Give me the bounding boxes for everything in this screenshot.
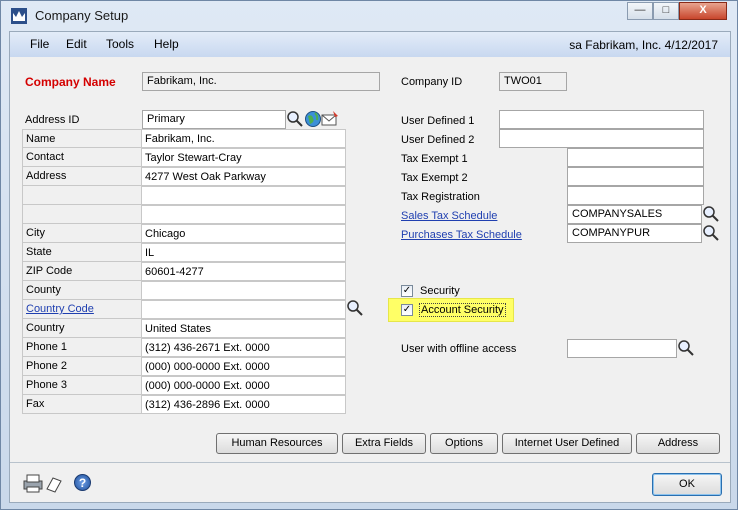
address-row-label[interactable]: Country Code	[22, 300, 142, 319]
close-button[interactable]: X	[679, 2, 727, 20]
purchases-tax-schedule-link[interactable]: Purchases Tax Schedule	[401, 229, 522, 241]
company-setup-window: Company Setup — □ X File Edit Tools Help…	[0, 0, 738, 510]
address-row-label: ZIP Code	[22, 262, 142, 281]
security-label: Security	[420, 285, 460, 297]
title-bar[interactable]: Company Setup — □ X	[1, 1, 737, 31]
address-row-label	[22, 186, 142, 205]
tax-registration-label: Tax Registration	[401, 191, 480, 203]
address-row-label: Name	[22, 129, 142, 148]
menu-bar: File Edit Tools Help sa Fabrikam, Inc. 4…	[10, 32, 730, 57]
account-security-checkbox[interactable]: ✓	[401, 304, 413, 316]
sales-tax-schedule-link[interactable]: Sales Tax Schedule	[401, 210, 497, 222]
offline-access-field[interactable]	[567, 339, 677, 358]
menu-help[interactable]: Help	[154, 37, 179, 51]
address-row-value[interactable]: Chicago	[142, 224, 346, 243]
menu-tools[interactable]: Tools	[106, 37, 134, 51]
ok-button[interactable]: OK	[652, 473, 722, 496]
user-defined-2-label: User Defined 2	[401, 134, 475, 146]
address-row-label: Phone 1	[22, 338, 142, 357]
address-row-label: County	[22, 281, 142, 300]
address-row-label: Phone 2	[22, 357, 142, 376]
menu-file[interactable]: File	[30, 37, 49, 51]
address-id-label: Address ID	[25, 114, 80, 126]
extra-fields-button[interactable]: Extra Fields	[342, 433, 426, 454]
tax-exempt-2-field[interactable]	[567, 167, 704, 186]
address-row-value[interactable]: (312) 436-2896 Ext. 0000	[142, 395, 346, 414]
address-row-label: Phone 3	[22, 376, 142, 395]
company-name-label: Company Name	[25, 75, 116, 89]
tax-exempt-1-label: Tax Exempt 1	[401, 153, 468, 165]
address-row-label: Country	[22, 319, 142, 338]
sales-tax-lookup-icon[interactable]	[702, 205, 720, 223]
purchases-tax-lookup-icon[interactable]	[702, 224, 720, 242]
sales-tax-schedule-field[interactable]: COMPANYSALES	[567, 205, 702, 224]
window-title: Company Setup	[35, 8, 129, 23]
address-button[interactable]: Address	[636, 433, 720, 454]
account-security-label: Account Security	[419, 303, 506, 317]
tax-registration-field[interactable]	[567, 186, 704, 205]
footer-divider	[10, 462, 730, 463]
user-defined-1-field[interactable]	[499, 110, 704, 129]
offline-access-lookup-icon[interactable]	[677, 339, 695, 357]
address-row-value[interactable]: (000) 000-0000 Ext. 0000	[142, 376, 346, 395]
purchases-tax-schedule-field[interactable]: COMPANYPUR	[567, 224, 702, 243]
address-row-value[interactable]: IL	[142, 243, 346, 262]
maximize-button[interactable]: □	[653, 2, 679, 20]
options-button[interactable]: Options	[430, 433, 498, 454]
printer-icon[interactable]	[22, 473, 44, 493]
menu-edit[interactable]: Edit	[66, 37, 87, 51]
address-row-value[interactable]	[142, 300, 346, 319]
address-row-value[interactable]: (000) 000-0000 Ext. 0000	[142, 357, 346, 376]
human-resources-button[interactable]: Human Resources	[216, 433, 338, 454]
security-checkbox[interactable]: ✓	[401, 285, 413, 297]
internet-user-defined-button[interactable]: Internet User Defined	[502, 433, 632, 454]
address-row-value[interactable]	[142, 281, 346, 300]
user-defined-1-label: User Defined 1	[401, 115, 475, 127]
address-id-field[interactable]: Primary	[142, 110, 286, 129]
country-code-lookup-icon[interactable]	[346, 299, 364, 317]
address-id-lookup-icon[interactable]	[286, 110, 304, 128]
company-id-label: Company ID	[401, 76, 463, 88]
address-row-label	[22, 205, 142, 224]
email-icon[interactable]	[321, 110, 339, 128]
address-row-value[interactable]: 4277 West Oak Parkway	[142, 167, 346, 186]
dynamics-app-icon	[11, 8, 27, 24]
address-row-value[interactable]	[142, 205, 346, 224]
address-row-label: Address	[22, 167, 142, 186]
user-defined-2-field[interactable]	[499, 129, 704, 148]
tax-exempt-2-label: Tax Exempt 2	[401, 172, 468, 184]
address-row-label: Fax	[22, 395, 142, 414]
help-icon[interactable]: ?	[74, 474, 91, 491]
address-row-value[interactable]: 60601-4277	[142, 262, 346, 281]
user-company-date: sa Fabrikam, Inc. 4/12/2017	[569, 38, 718, 52]
globe-icon[interactable]	[304, 110, 322, 128]
address-row-value[interactable]: (312) 436-2671 Ext. 0000	[142, 338, 346, 357]
offline-access-label: User with offline access	[401, 343, 517, 355]
address-row-value[interactable]	[142, 186, 346, 205]
address-row-value[interactable]: Fabrikam, Inc.	[142, 129, 346, 148]
client-area: File Edit Tools Help sa Fabrikam, Inc. 4…	[9, 31, 731, 503]
note-icon[interactable]	[45, 475, 63, 493]
address-row-value[interactable]: Taylor Stewart-Cray	[142, 148, 346, 167]
minimize-button[interactable]: —	[627, 2, 653, 20]
company-name-field[interactable]: Fabrikam, Inc.	[142, 72, 380, 91]
address-row-label: State	[22, 243, 142, 262]
company-id-field[interactable]: TWO01	[499, 72, 567, 91]
address-row-label: City	[22, 224, 142, 243]
address-row-label: Contact	[22, 148, 142, 167]
address-row-value[interactable]: United States	[142, 319, 346, 338]
tax-exempt-1-field[interactable]	[567, 148, 704, 167]
